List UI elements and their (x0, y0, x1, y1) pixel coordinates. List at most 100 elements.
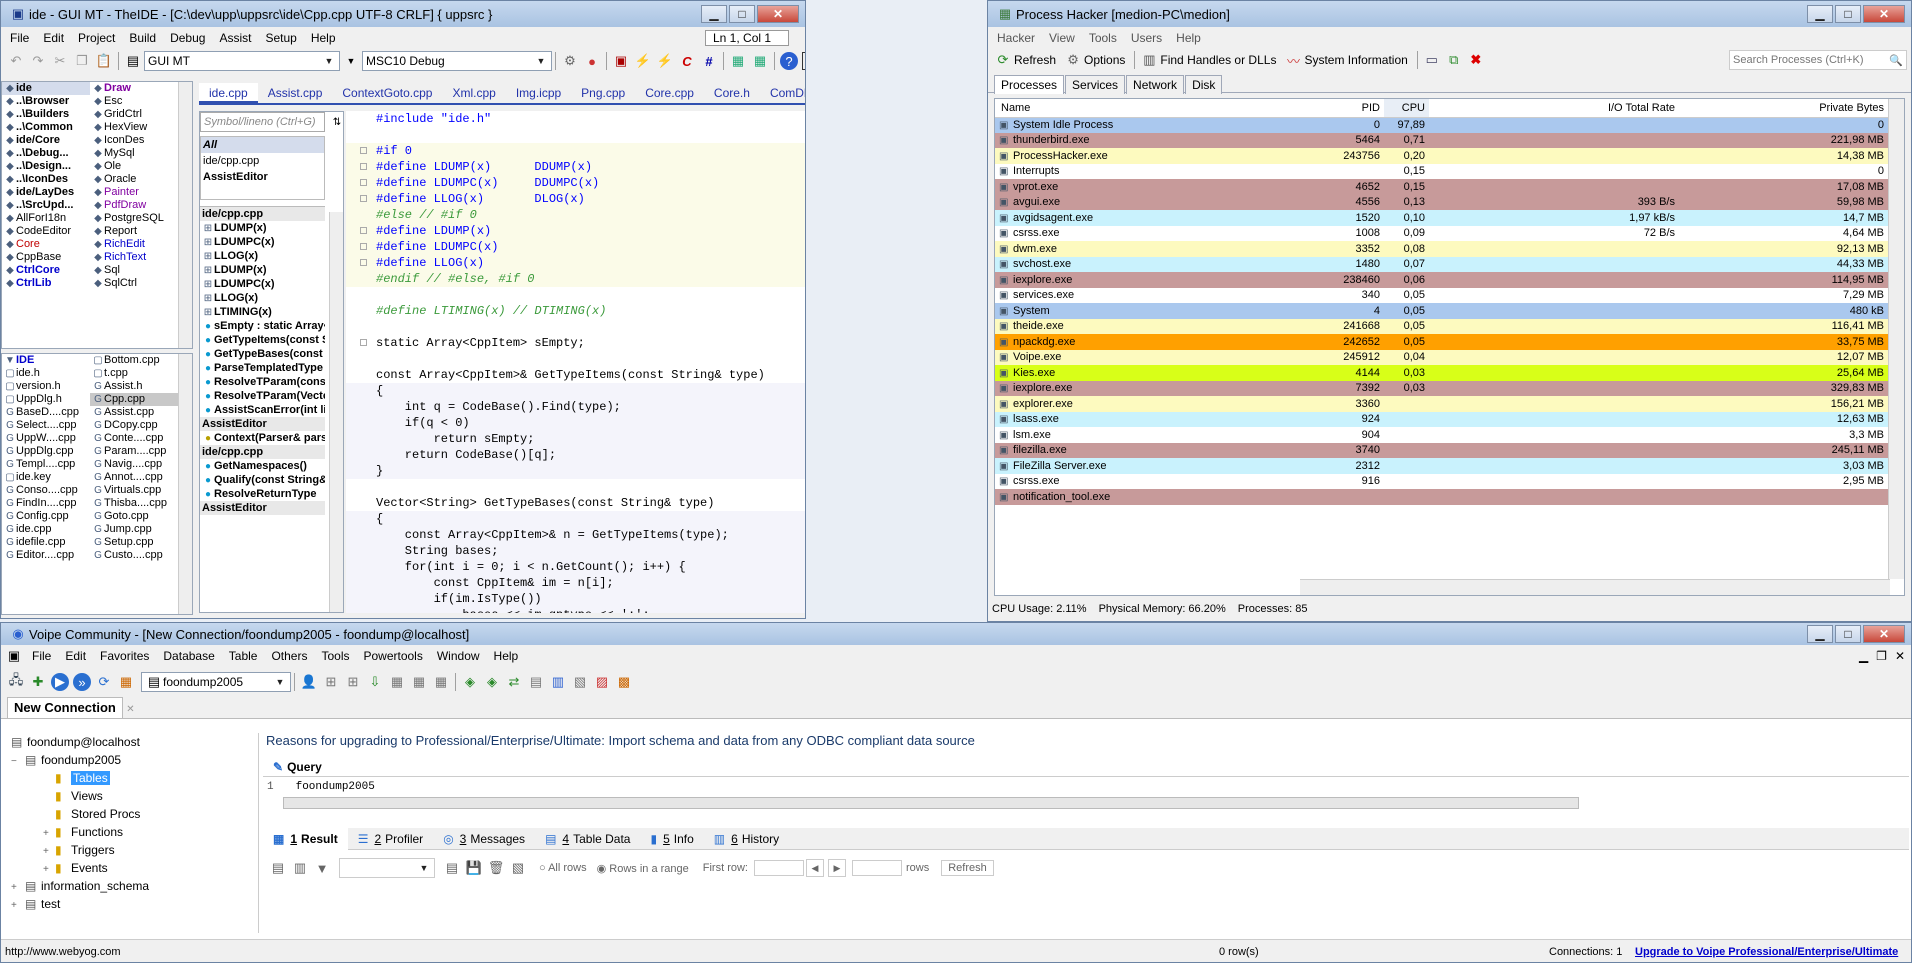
voipe-menu-others[interactable]: Others (264, 649, 314, 663)
query-editor[interactable]: 1 foondump2005 (263, 778, 1909, 796)
process-row[interactable]: ▣ filezilla.exe 3740 245,11 MB (995, 442, 1888, 458)
list-item[interactable]: ◆ CtrlCore (2, 264, 90, 277)
list-item[interactable]: G Jump.cpp (90, 523, 178, 536)
list-item[interactable]: G Assist.h (90, 380, 178, 393)
voipe-menu-tools[interactable]: Tools (314, 649, 356, 663)
schema-icon[interactable]: ▦ (117, 673, 135, 691)
list-item[interactable]: G Param....cpp (90, 445, 178, 458)
editor-tab[interactable]: Assist.cpp (258, 83, 333, 103)
ph-titlebar[interactable]: ▦ Process Hacker [medion-PC\medion] ▁ □ … (988, 1, 1911, 27)
col-io[interactable]: I/O Total Rate (1429, 99, 1679, 117)
navigator-item[interactable]: ●Qualify(const String& scope) (200, 473, 325, 487)
table-icon[interactable]: ▦ (410, 673, 428, 691)
upgrade-banner[interactable]: Reasons for upgrading to Professional/En… (266, 733, 975, 748)
tree-node[interactable]: + ▮ Triggers (7, 841, 258, 859)
list-item[interactable]: G Navig....cpp (90, 458, 178, 471)
editor-tab[interactable]: Core.h (704, 83, 760, 103)
execute-icon[interactable]: ▶ (51, 673, 69, 691)
ph-menu-view[interactable]: View (1042, 31, 1082, 45)
list-item[interactable]: G Select....cpp (2, 419, 90, 432)
list-item[interactable]: G Conso....cpp (2, 484, 90, 497)
process-row[interactable]: ▣ Voipe.exe 245912 0,04 12,07 MB (995, 349, 1888, 365)
list-item[interactable]: G Setup.cpp (90, 536, 178, 549)
list-item[interactable]: ◆ Core (2, 238, 90, 251)
list-item[interactable]: ▢ide.key (2, 471, 90, 484)
list-item[interactable]: Gide.cpp (2, 523, 90, 536)
process-row[interactable]: ▣ lsass.exe 924 12,63 MB (995, 411, 1888, 427)
tab-disk[interactable]: Disk (1185, 75, 1223, 94)
voipe-menu-edit[interactable]: Edit (58, 649, 93, 663)
navigator-item[interactable]: AssistEditor (200, 501, 325, 515)
menu-setup[interactable]: Setup (258, 31, 303, 45)
editor-tab[interactable]: ide.cpp (199, 83, 258, 103)
list-item[interactable]: G Virtuals.cpp (90, 484, 178, 497)
navigator-item[interactable]: AssistEditor (200, 417, 325, 431)
tab-services[interactable]: Services (1065, 75, 1126, 94)
delete-icon[interactable]: 🗑 (487, 859, 505, 877)
scheduler-icon[interactable]: ▤ (527, 673, 545, 691)
new-connection-icon[interactable]: ✚ (29, 673, 47, 691)
method-dropdown-icon[interactable]: ▼ (342, 52, 360, 70)
debug-icon[interactable]: ⚡ (656, 52, 674, 70)
report-icon[interactable]: ▨ (593, 673, 611, 691)
list-item[interactable]: ▼IDE (2, 354, 90, 367)
editor-tab[interactable]: Png.cpp (571, 83, 635, 103)
mdi-minimize-icon[interactable]: ▁ (1855, 649, 1872, 663)
prev-page-icon[interactable]: ◀ (806, 859, 824, 877)
col-pid[interactable]: PID (1300, 99, 1384, 117)
window-icon[interactable]: ▭ (1423, 51, 1441, 69)
list-item[interactable]: ◆ MySql (90, 147, 178, 160)
process-row[interactable]: ▣ Interrupts 0,15 0 (995, 163, 1888, 179)
reset-icon[interactable]: ▧ (509, 859, 527, 877)
lightning-icon[interactable]: ⚡ (634, 52, 652, 70)
rebuild-icon[interactable]: ● (583, 52, 601, 70)
fold-marker[interactable] (360, 227, 367, 234)
row-count-input[interactable] (852, 860, 902, 876)
undo-icon[interactable]: ↶ (7, 52, 25, 70)
result-tab[interactable]: ▥ 6 History (704, 828, 789, 850)
close-button[interactable]: ✕ (757, 5, 799, 23)
navigator-item[interactable]: ●sEmpty : static Array<CppItem> (200, 319, 325, 333)
add-table-icon[interactable]: ⊞ (322, 673, 340, 691)
list-item[interactable]: ◆ ..\Debug... (2, 147, 90, 160)
navigator-item[interactable]: ide/cpp.cpp (200, 207, 325, 221)
result-tab[interactable]: ▤ 4 Table Data (535, 828, 640, 850)
radio-all-rows[interactable]: ○ All rows (539, 862, 587, 874)
kill-icon[interactable]: ✖ (1467, 51, 1485, 69)
list-item[interactable]: ▢t.cpp (90, 367, 178, 380)
process-row[interactable]: ▣ Kies.exe 4144 0,03 25,64 MB (995, 365, 1888, 381)
file-scrollbar[interactable] (178, 354, 192, 614)
process-search-input[interactable]: Search Processes (Ctrl+K) 🔍 (1729, 50, 1907, 70)
navigator-item[interactable]: ⊞ LDUMPC(x) (200, 277, 325, 291)
voipe-maximize-button[interactable]: □ (1835, 625, 1861, 643)
database-selector[interactable]: ▤ foondump2005 ▼ (141, 672, 291, 692)
tab-network[interactable]: Network (1126, 75, 1185, 94)
run-icon[interactable]: ▣ (612, 52, 630, 70)
process-row[interactable]: ▣ vprot.exe 4652 0,15 17,08 MB (995, 179, 1888, 195)
tab-close-icon[interactable]: ✕ (126, 704, 134, 715)
layout-icon[interactable]: ▦ (729, 52, 747, 70)
list-item[interactable]: ◆ Painter (90, 186, 178, 199)
list-item[interactable]: ▢UppDlg.h (2, 393, 90, 406)
navigator-item[interactable]: ⊞ LTIMING(x) (200, 305, 325, 319)
voipe-menu-window[interactable]: Window (430, 649, 487, 663)
grid-icon[interactable]: ▦ (388, 673, 406, 691)
menu-file[interactable]: File (3, 31, 36, 45)
menu-project[interactable]: Project (71, 31, 122, 45)
editor-tab[interactable]: Img.icpp (506, 83, 571, 103)
fold-marker[interactable] (360, 259, 367, 266)
voipe-menu-database[interactable]: Database (156, 649, 221, 663)
list-item[interactable]: G DCopy.cpp (90, 419, 178, 432)
schema-designer-icon[interactable]: ▩ (615, 673, 633, 691)
list-item[interactable]: G Config.cpp (2, 510, 90, 523)
list-item[interactable]: ◆ ide (2, 82, 90, 95)
process-row[interactable]: ▣ csrss.exe 916 2,95 MB (995, 473, 1888, 489)
process-row[interactable]: ▣ theide.exe 241668 0,05 116,41 MB (995, 318, 1888, 334)
code-editor[interactable]: #include "ide.h" #if 0 #define LDUMP(x) DD… (346, 111, 805, 613)
list-item[interactable]: ◆ PdfDraw (90, 199, 178, 212)
navigator-item[interactable]: ●ResolveTParam(const String& type) (200, 375, 325, 389)
navigator-item[interactable]: ⊞ LDUMP(x) (200, 263, 325, 277)
menu-edit[interactable]: Edit (36, 31, 71, 45)
process-row[interactable]: ▣ FileZilla Server.exe 2312 3,03 MB (995, 458, 1888, 474)
result-tab[interactable]: ☰ 2 Profiler (348, 828, 433, 850)
